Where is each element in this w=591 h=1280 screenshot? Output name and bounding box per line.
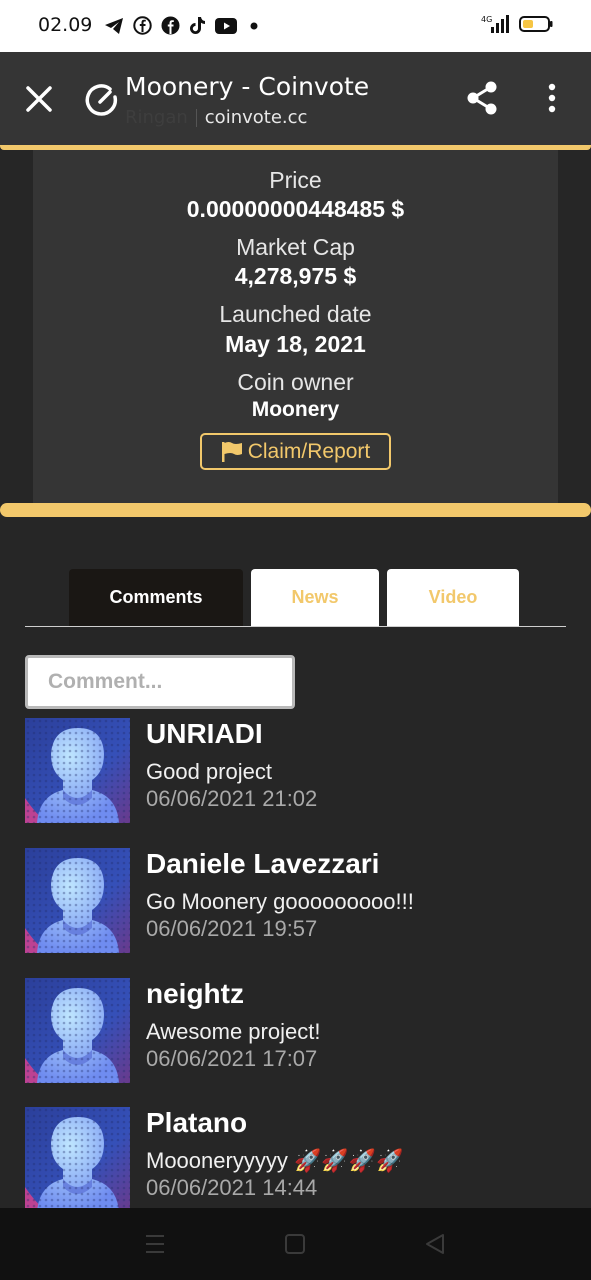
system-nav-bar	[0, 1208, 591, 1280]
comment-text: Moooneryyyyy 🚀🚀🚀🚀	[146, 1148, 404, 1173]
claim-report-button[interactable]: Claim/Report	[200, 433, 391, 470]
comment-time: 06/06/2021 21:02	[146, 786, 318, 811]
status-time: 02.09	[38, 14, 93, 36]
accent-bar	[0, 503, 591, 517]
avatar[interactable]	[25, 978, 130, 1083]
market-cap-value: 4,278,975 $	[234, 263, 357, 289]
comment-author[interactable]: Daniele Lavezzari	[146, 848, 379, 880]
comment-text: Go Moonery gooooooooo!!!	[146, 889, 414, 914]
content-tabs: Comments News Video	[25, 569, 566, 627]
launched-label: Launched date	[219, 301, 372, 327]
comment-time: 06/06/2021 17:07	[146, 1046, 318, 1071]
claim-report-label: Claim/Report	[247, 439, 371, 463]
comment-text: Awesome project!	[146, 1019, 321, 1044]
avatar[interactable]	[25, 848, 130, 953]
comment-author[interactable]: Platano	[146, 1107, 247, 1139]
comment-item: UNRIADI Good project 06/06/2021 21:02	[25, 718, 566, 828]
comment-author[interactable]: UNRIADI	[146, 718, 263, 750]
page-title: Moonery - Coinvote	[125, 72, 370, 101]
avatar[interactable]	[25, 718, 130, 823]
facebook-icon	[161, 16, 180, 35]
telegram-icon	[105, 17, 123, 34]
home-icon[interactable]	[284, 1232, 306, 1256]
coin-info-card: Price 0.00000000448485 $ Market Cap 4,27…	[33, 150, 558, 505]
tab-news[interactable]: News	[251, 569, 379, 626]
price-label: Price	[269, 167, 322, 193]
comment-input[interactable]	[25, 655, 295, 709]
flag-icon	[221, 441, 242, 462]
gauge-icon	[85, 84, 118, 116]
comment-list: UNRIADI Good project 06/06/2021 21:02 Da…	[25, 718, 566, 1208]
tab-comments[interactable]: Comments	[69, 569, 243, 626]
comment-item: Daniele Lavezzari Go Moonery gooooooooo!…	[25, 848, 566, 958]
subtitle-divider	[195, 108, 197, 127]
comment-item: Platano Moooneryyyyy 🚀🚀🚀🚀 06/06/2021 14:…	[25, 1107, 566, 1208]
youtube-icon	[215, 17, 237, 34]
browser-app-bar: Moonery - Coinvote Ringan coinvote.cc	[0, 52, 591, 145]
price-value: 0.00000000448485 $	[186, 196, 405, 222]
notification-dot	[250, 22, 258, 29]
comment-author[interactable]: neightz	[146, 978, 244, 1010]
more-vert-icon[interactable]	[542, 82, 562, 114]
avatar[interactable]	[25, 1107, 130, 1208]
status-bar: 02.09 4G	[0, 0, 591, 52]
tiktok-icon	[190, 17, 205, 34]
system-icons: 4G	[481, 14, 553, 34]
recent-apps-icon[interactable]	[144, 1232, 166, 1256]
comment-time: 06/06/2021 14:44	[146, 1175, 318, 1200]
network-type: 4G	[481, 15, 492, 24]
comment-time: 06/06/2021 19:57	[146, 916, 318, 941]
subtitle-faded: Ringan	[125, 107, 188, 128]
tab-video[interactable]: Video	[387, 569, 519, 626]
owner-label: Coin owner	[237, 369, 354, 395]
share-icon[interactable]	[464, 80, 500, 116]
owner-value: Moonery	[251, 398, 340, 421]
comment-text: Good project	[146, 759, 272, 784]
comment-item: neightz Awesome project! 06/06/2021 17:0…	[25, 978, 566, 1088]
back-icon[interactable]	[424, 1232, 446, 1256]
close-icon[interactable]	[22, 82, 56, 116]
facebook-icon	[133, 16, 152, 35]
signal-icon: 4G	[481, 15, 509, 33]
market-cap-label: Market Cap	[236, 234, 355, 260]
launched-value: May 18, 2021	[225, 331, 366, 357]
notification-icons	[104, 16, 262, 35]
page-domain: coinvote.cc	[204, 107, 308, 128]
battery-icon	[519, 16, 553, 32]
page-subtitle: Ringan coinvote.cc	[125, 107, 307, 128]
